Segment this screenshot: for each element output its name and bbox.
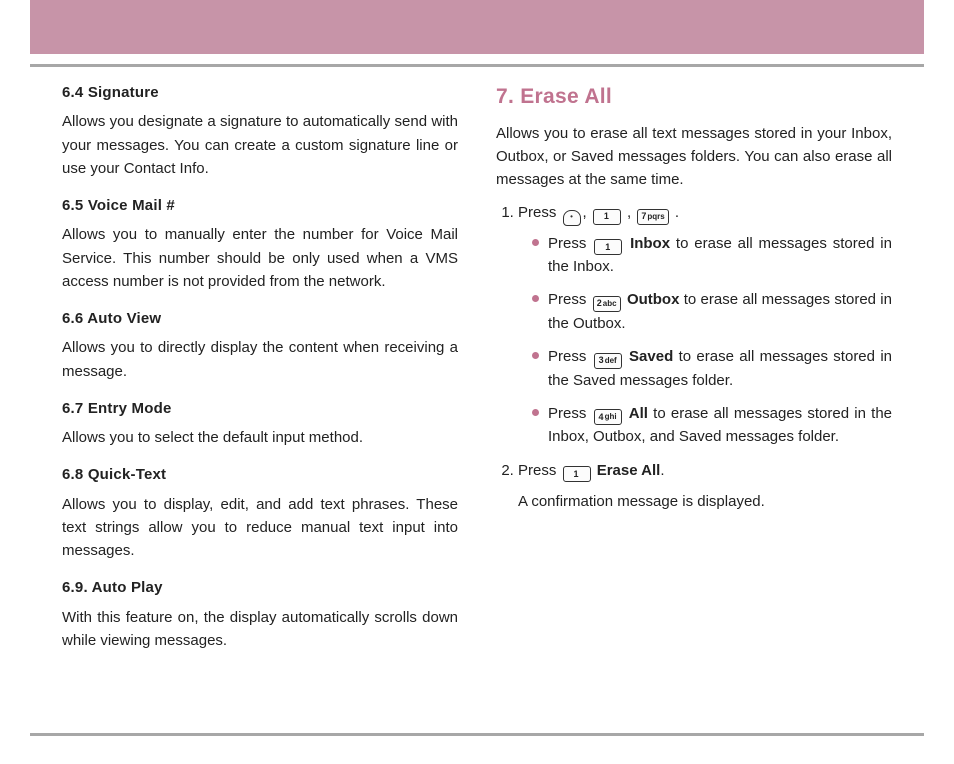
key-2-icon: 2abc: [593, 296, 621, 312]
key-1-icon: 1: [594, 239, 622, 255]
heading-6-9: 6.9. Auto Play: [62, 576, 458, 599]
para-6-6: Allows you to directly display the conte…: [62, 336, 458, 383]
soft-key-icon: [563, 210, 581, 226]
header-band: [30, 0, 924, 54]
option-all: Press 4ghi All to erase all messages sto…: [532, 402, 892, 449]
step-1: Press , 1 , 7pqrs . Press 1 Inbox to era…: [518, 201, 892, 448]
steps-list: Press , 1 , 7pqrs . Press 1 Inbox to era…: [496, 201, 892, 513]
heading-6-5: 6.5 Voice Mail #: [62, 194, 458, 217]
option-inbox: Press 1 Inbox to erase all messages stor…: [532, 232, 892, 279]
heading-6-8: 6.8 Quick-Text: [62, 463, 458, 486]
key-1-icon: 1: [563, 466, 591, 482]
page-columns: 6.4 Signature Allows you designate a sig…: [0, 67, 954, 662]
heading-6-4: 6.4 Signature: [62, 81, 458, 104]
option-outbox: Press 2abc Outbox to erase all messages …: [532, 288, 892, 335]
heading-7: 7. Erase All: [496, 81, 892, 114]
bottom-rule: [30, 733, 924, 736]
para-7-intro: Allows you to erase all text messages st…: [496, 122, 892, 192]
key-4-icon: 4ghi: [594, 409, 622, 425]
para-6-9: With this feature on, the display automa…: [62, 606, 458, 653]
heading-6-6: 6.6 Auto View: [62, 307, 458, 330]
para-6-5: Allows you to manually enter the number …: [62, 223, 458, 293]
right-column: 7. Erase All Allows you to erase all tex…: [496, 81, 892, 662]
left-column: 6.4 Signature Allows you designate a sig…: [62, 81, 458, 662]
step-2: Press 1 Erase All. A confirmation messag…: [518, 459, 892, 514]
heading-6-7: 6.7 Entry Mode: [62, 397, 458, 420]
confirm-msg: A confirmation message is displayed.: [518, 490, 892, 513]
key-3-icon: 3def: [594, 353, 622, 369]
para-6-4: Allows you designate a signature to auto…: [62, 110, 458, 180]
para-6-8: Allows you to display, edit, and add tex…: [62, 493, 458, 563]
option-saved: Press 3def Saved to erase all messages s…: [532, 345, 892, 392]
key-7-icon: 7pqrs: [637, 209, 668, 225]
erase-options: Press 1 Inbox to erase all messages stor…: [518, 232, 892, 449]
key-1-icon: 1: [593, 209, 621, 225]
para-6-7: Allows you to select the default input m…: [62, 426, 458, 449]
step-1-prefix: Press: [518, 204, 561, 221]
